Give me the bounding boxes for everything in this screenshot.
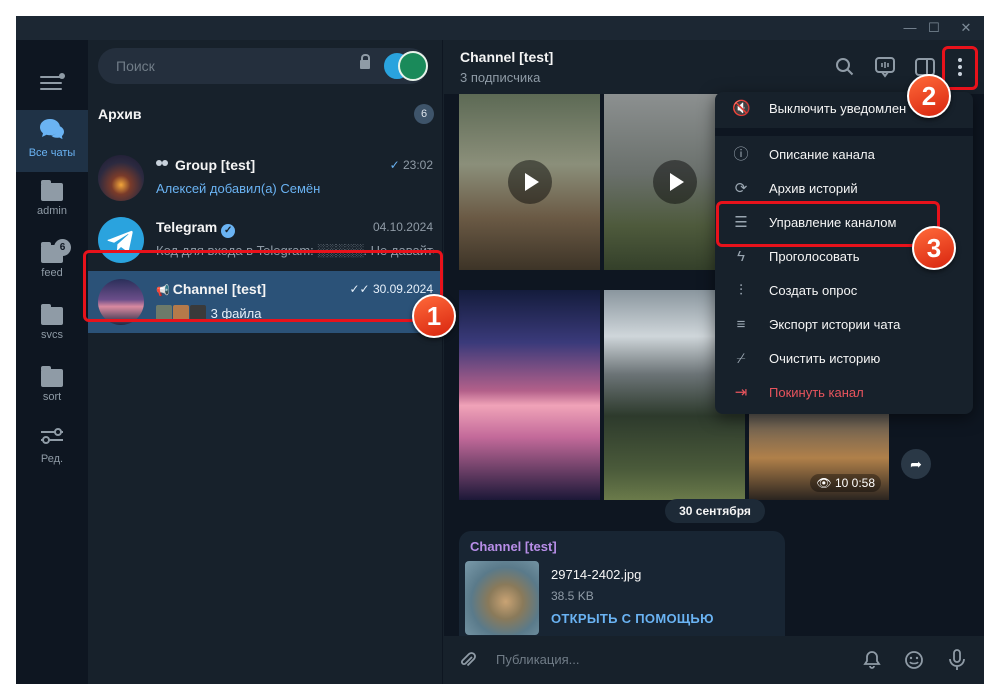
folder-label: Все чаты [28, 147, 76, 159]
folders-sidebar: Все чаты admin 6 feed svcs sort Ред. [16, 40, 88, 684]
file-name: 29714-2402.jpg [551, 567, 642, 582]
mute-icon: 🔇 [732, 100, 751, 117]
group-icon [156, 160, 170, 170]
composer: Публикация... [444, 636, 984, 684]
video-deer[interactable] [459, 94, 600, 270]
poll-icon: ⫶ [739, 282, 743, 299]
unread-badge: 6 [54, 239, 71, 256]
photo-balloons[interactable] [459, 290, 600, 500]
verified-icon: ✓ [221, 224, 236, 238]
play-icon[interactable] [507, 160, 552, 204]
maximize-icon[interactable]: ☐ [920, 18, 948, 38]
title-bar: — ☐ ✕ [16, 16, 984, 40]
search-placeholder: Поиск [116, 58, 155, 74]
archive-badge: 6 [414, 104, 434, 124]
folder-icon [41, 304, 63, 325]
leave-icon: ⇥ [734, 384, 748, 401]
attach-icon[interactable] [458, 650, 478, 670]
read-check-icon: ✓ [389, 158, 403, 172]
folder-feed[interactable]: 6 feed [16, 234, 88, 296]
search-input[interactable]: Поиск [98, 48, 428, 84]
menu-icon[interactable] [40, 73, 65, 92]
folder-all-chats[interactable]: Все чаты [16, 110, 88, 172]
chat-name: Group [test] [156, 157, 255, 173]
file-size: 38.5 KB [551, 589, 594, 603]
chat-time: ✓ 23:02 [389, 158, 433, 172]
menu-divider [715, 128, 973, 136]
menu-item-clear-history[interactable]: ⌿ Очистить историю [715, 342, 973, 376]
folder-label: svcs [41, 329, 63, 341]
chat-header: Channel [test] 3 подписчика [444, 40, 984, 94]
folder-svcs[interactable]: svcs [16, 296, 88, 358]
microphone-icon[interactable] [947, 649, 967, 671]
highlight-manage-channel [716, 201, 940, 247]
clear-icon: ⌿ [736, 350, 746, 367]
chat-row-group[interactable]: Group [test] ✓ 23:02 Алексей добавил(а) … [88, 147, 443, 209]
folder-edit[interactable]: Ред. [16, 420, 88, 482]
highlight-channel-row [83, 250, 443, 322]
share-icon[interactable]: ➦ [901, 449, 931, 479]
folder-label: sort [42, 391, 62, 403]
folder-icon [41, 180, 63, 201]
lock-icon[interactable] [360, 54, 370, 69]
story-archive-icon: ⟳ [734, 180, 748, 197]
close-icon[interactable]: ✕ [952, 18, 980, 38]
channel-title[interactable]: Channel [test] [460, 49, 553, 65]
folder-admin[interactable]: admin [16, 172, 88, 234]
export-icon: ≡ [736, 316, 746, 333]
chats-icon [40, 119, 64, 140]
folder-label: admin [37, 205, 67, 217]
subscriber-count: 3 подписчика [460, 70, 541, 85]
bell-icon[interactable] [862, 650, 882, 670]
chat-last-message: Алексей добавил(а) Семён [156, 181, 321, 196]
date-chip: 30 сентября [665, 499, 765, 523]
play-icon[interactable] [652, 160, 697, 204]
chat-name: Telegram ✓ [156, 219, 236, 238]
chat-time: 04.10.2024 [372, 220, 433, 234]
emoji-icon[interactable] [904, 650, 924, 670]
chat-list: Поиск Архив 6 Group [test] ✓ 23:02 Алекс… [88, 40, 443, 684]
info-icon: ⓘ [733, 146, 749, 163]
boost-icon: ϟ [737, 248, 745, 265]
avatar [98, 155, 144, 201]
menu-item-create-poll[interactable]: ⫶ Создать опрос [715, 274, 973, 308]
menu-item-leave[interactable]: ⇥ Покинуть канал [715, 376, 973, 410]
open-with-link[interactable]: ОТКРЫТЬ С ПОМОЩЬЮ [551, 611, 714, 626]
menu-item-export[interactable]: ≡ Экспорт истории чата [715, 308, 973, 342]
archive-title: Архив [98, 106, 142, 122]
sliders-icon [41, 428, 63, 449]
eye-icon: 👁 [816, 476, 835, 490]
menu-item-description[interactable]: ⓘ Описание канала [715, 138, 973, 172]
video-info: 👁 10 0:58 [810, 474, 881, 492]
discussion-icon[interactable] [874, 56, 896, 78]
folder-sort[interactable]: sort [16, 358, 88, 420]
callout-3: 3 [912, 226, 956, 270]
message-input[interactable]: Публикация... [496, 652, 579, 667]
folder-label: feed [41, 267, 63, 279]
folder-icon [41, 366, 63, 387]
account-avatar[interactable] [398, 51, 428, 81]
callout-2: 2 [907, 74, 951, 118]
message-sender[interactable]: Channel [test] [470, 539, 557, 554]
callout-1: 1 [412, 294, 456, 338]
file-message: Channel [test] 29714-2402.jpg 38.5 KB ОТ… [459, 531, 785, 641]
search-icon[interactable] [834, 56, 856, 78]
folder-label: Ред. [40, 453, 64, 465]
telegram-window: — ☐ ✕ Все чаты admin 6 feed svcs sort Ре… [16, 16, 984, 684]
file-thumbnail[interactable] [465, 561, 539, 635]
